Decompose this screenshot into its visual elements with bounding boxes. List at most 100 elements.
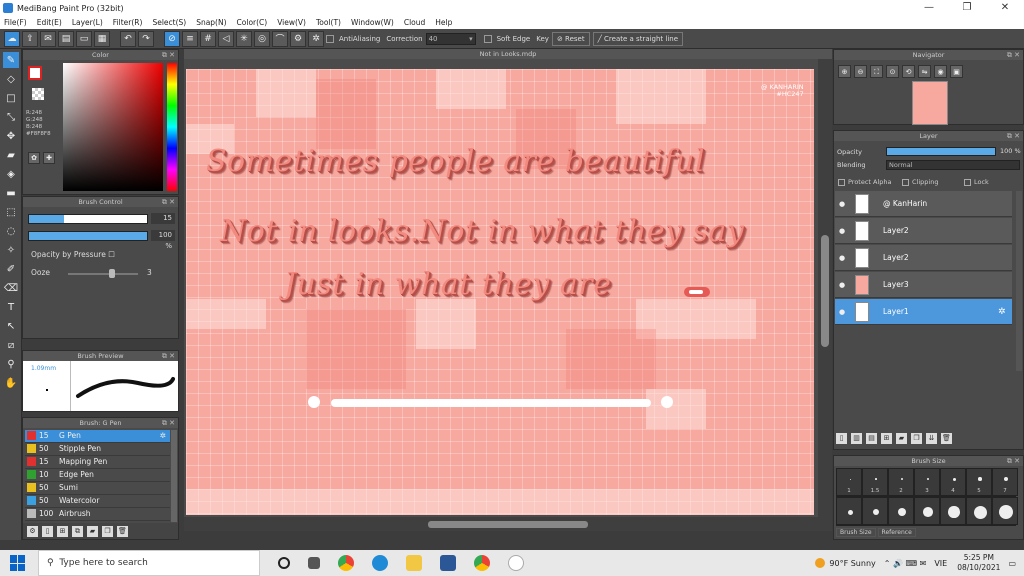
brush-folder-icon[interactable]: ▰ <box>87 525 98 537</box>
edge-icon[interactable] <box>372 555 388 571</box>
rotate-icon[interactable]: ⟲ <box>902 65 915 78</box>
brush-size-option[interactable]: 2 <box>888 468 914 496</box>
panel-options-icon[interactable]: ⧉ ✕ <box>1007 131 1020 141</box>
protect-alpha-checkbox[interactable]: Protect Alpha <box>838 178 892 186</box>
new-8bit-layer-icon[interactable]: ▤ <box>866 433 877 444</box>
brush-settings-gear-icon[interactable]: ✲ <box>160 431 166 440</box>
visibility-eye-icon[interactable]: ● <box>835 308 849 316</box>
menu-tool[interactable]: Tool(T) <box>316 18 341 27</box>
layer-item[interactable]: ● Layer2 <box>835 218 1012 244</box>
file-explorer-icon[interactable] <box>406 555 422 571</box>
canvas-horizontal-scrollbar[interactable] <box>184 517 832 531</box>
canvas-tab[interactable]: Not in Looks.mdp <box>184 49 832 59</box>
close-button[interactable]: ✕ <box>986 0 1024 16</box>
layer-opacity-slider[interactable] <box>886 147 996 156</box>
brush-size-option-large[interactable] <box>836 497 862 525</box>
menu-select[interactable]: Select(S) <box>152 18 186 27</box>
snap-curve-icon[interactable]: ⌒ <box>272 30 288 47</box>
ooze-slider-thumb[interactable] <box>109 269 115 278</box>
visibility-eye-icon[interactable]: ● <box>835 254 849 262</box>
menu-snap[interactable]: Snap(N) <box>196 18 226 27</box>
tab-brush-size[interactable]: Brush Size <box>836 528 876 537</box>
brush-delete-icon[interactable]: 🗑 <box>117 525 128 537</box>
duplicate-layer-icon[interactable]: ❐ <box>911 433 922 444</box>
hue-slider[interactable] <box>167 63 177 191</box>
text-tool-icon[interactable]: T <box>3 299 19 315</box>
select-eraser-icon[interactable]: ⌫ <box>3 280 19 296</box>
layer-settings-gear-icon[interactable]: ✲ <box>998 307 1012 317</box>
snap-off-icon[interactable]: ⊘ <box>164 30 180 47</box>
blending-select[interactable]: Normal <box>886 160 1020 170</box>
saturation-value-picker[interactable] <box>63 63 163 191</box>
brush-list-item[interactable]: 50 Watercolor <box>25 495 170 508</box>
brush-list-item[interactable]: 15 G Pen ✲ <box>25 430 170 443</box>
task-view-icon[interactable] <box>308 557 320 569</box>
snap-settings-icon[interactable]: ⚙ <box>290 30 306 47</box>
brush-list-item[interactable]: 10 Edge Pen <box>25 469 170 482</box>
menu-edit[interactable]: Edit(E) <box>37 18 62 27</box>
visibility-eye-icon[interactable]: ● <box>835 227 849 235</box>
layer-item[interactable]: ● Layer2 <box>835 245 1012 271</box>
cortana-icon[interactable] <box>278 557 290 569</box>
windows-start-icon[interactable] <box>10 555 26 571</box>
menu-layer[interactable]: Layer(L) <box>72 18 103 27</box>
layer-list-scrollbar[interactable] <box>1016 191 1022 371</box>
foreground-swatch[interactable] <box>28 66 42 80</box>
reset-view-icon[interactable]: ◉ <box>934 65 947 78</box>
menu-color[interactable]: Color(C) <box>237 18 268 27</box>
undo-icon[interactable]: ↶ <box>120 30 136 47</box>
brush-size-slider[interactable] <box>28 214 148 224</box>
brush-size-value[interactable]: 15 <box>151 213 175 224</box>
notifications-icon[interactable]: ▭ <box>1008 559 1016 568</box>
reset-button[interactable]: ⊘ Reset <box>551 31 590 46</box>
gradient-tool-icon[interactable]: ▬ <box>3 185 19 201</box>
brush-copy-icon[interactable]: ⧉ <box>72 525 83 537</box>
snap-circle-icon[interactable]: ◎ <box>254 30 270 47</box>
brush-list-item[interactable]: 100 Airbrush <box>25 508 170 521</box>
menu-view[interactable]: View(V) <box>277 18 306 27</box>
brush-list-item[interactable]: 50 Stipple Pen <box>25 443 170 456</box>
lasso-tool-icon[interactable]: ◌ <box>3 223 19 239</box>
text-icon[interactable]: ▭ <box>76 30 92 47</box>
share-icon[interactable]: ⇪ <box>22 30 38 47</box>
panel-icon[interactable]: ▤ <box>58 30 74 47</box>
brush-list-item[interactable]: 50 Sumi <box>25 482 170 495</box>
brush-size-option[interactable]: 4 <box>940 468 966 496</box>
brush-list-scrollbar[interactable] <box>171 430 177 522</box>
brush-list-item[interactable]: 15 Mapping Pen <box>25 456 170 469</box>
brush-size-option-large[interactable] <box>992 497 1018 525</box>
brush-settings-icon[interactable]: ⚙ <box>27 525 38 537</box>
chrome-profile-icon[interactable] <box>474 555 490 571</box>
redo-icon[interactable]: ↷ <box>138 30 154 47</box>
clipping-checkbox[interactable]: Clipping <box>902 178 938 186</box>
new-brush-icon[interactable]: ▯ <box>42 525 53 537</box>
brush-size-option-large[interactable] <box>914 497 940 525</box>
brush-size-option[interactable]: 1.5 <box>862 468 888 496</box>
brush-duplicate-icon[interactable]: ❐ <box>102 525 113 537</box>
add-brush-icon[interactable]: ⊞ <box>57 525 68 537</box>
lock-checkbox[interactable]: Lock <box>964 178 989 186</box>
new-layer-icon[interactable]: ▯ <box>836 433 847 444</box>
magic-wand-icon[interactable]: ✧ <box>3 242 19 258</box>
comment-icon[interactable]: ✉ <box>40 30 56 47</box>
brush-opacity-slider[interactable] <box>28 231 148 241</box>
gear-icon[interactable]: ✲ <box>308 30 324 47</box>
panel-options-icon[interactable]: ⧉ ✕ <box>162 197 175 207</box>
layer-item[interactable]: ● Layer1 ✲ <box>835 299 1012 325</box>
select-pen-icon[interactable]: ✐ <box>3 261 19 277</box>
language-indicator[interactable]: VIE <box>934 559 947 568</box>
fill-tool-icon[interactable]: ▰ <box>3 147 19 163</box>
brush-size-option-large[interactable] <box>888 497 914 525</box>
select-tool-icon[interactable]: ⬚ <box>3 204 19 220</box>
panel-options-icon[interactable]: ⧉ ✕ <box>162 50 175 60</box>
antialiasing-checkbox[interactable] <box>326 34 334 43</box>
menu-cloud[interactable]: Cloud <box>404 18 425 27</box>
tab-reference[interactable]: Reference <box>877 528 916 537</box>
weather-text[interactable]: 90°F Sunny <box>829 559 875 568</box>
snap-vanish-icon[interactable]: ◁ <box>218 30 234 47</box>
lock-view-icon[interactable]: ▣ <box>950 65 963 78</box>
snap-radial-icon[interactable]: ✳ <box>236 30 252 47</box>
add-layer-menu-icon[interactable]: ⊞ <box>881 433 892 444</box>
brush-opacity-value[interactable]: 100 % <box>151 230 175 250</box>
brush-size-option[interactable]: 5 <box>966 468 992 496</box>
